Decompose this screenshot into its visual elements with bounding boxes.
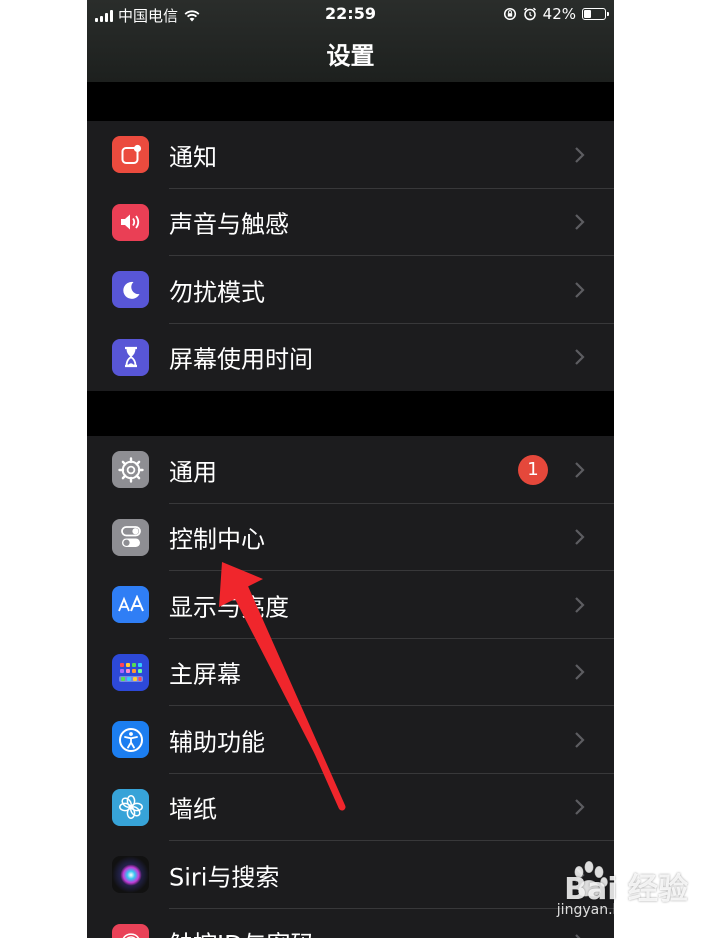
settings-row-label: 屏幕使用时间: [169, 345, 313, 374]
chevron-right-icon: [575, 799, 585, 816]
settings-row-do-not-disturb[interactable]: 勿扰模式: [87, 256, 614, 324]
display-aa-icon: [112, 586, 149, 624]
settings-row-control-center[interactable]: 控制中心: [87, 504, 614, 571]
battery-percent: 42%: [542, 5, 576, 23]
settings-row-label: 辅助功能: [169, 728, 265, 757]
chevron-right-icon: [575, 934, 581, 938]
settings-row-label: 通用: [169, 458, 217, 487]
rotation-lock-icon: [503, 7, 516, 21]
settings-row-label: 通知: [169, 143, 217, 172]
chevron-right-icon: [575, 349, 585, 366]
settings-row-label: 声音与触感: [169, 210, 289, 239]
settings-row-notifications[interactable]: 通知: [87, 121, 614, 189]
settings-group-1: 通知 声音与触感 勿扰模式 屏幕使用时间: [87, 121, 614, 391]
home-grid-icon: [112, 653, 149, 691]
settings-row-label: 显示与亮度: [169, 593, 289, 622]
settings-row-label: 触控ID与密码: [169, 925, 315, 938]
settings-row-sounds[interactable]: 声音与触感: [87, 189, 614, 256]
settings-row-general[interactable]: 通用 1: [87, 436, 614, 504]
baidu-watermark: Bai 经验 jingyan.baidu.com: [528, 852, 688, 932]
chevron-right-icon: [575, 146, 585, 163]
siri-icon: [112, 856, 149, 894]
alarm-icon: [523, 7, 536, 21]
settings-row-screen-time[interactable]: 屏幕使用时间: [87, 324, 614, 392]
accessibility-icon: [112, 721, 149, 759]
chevron-right-icon: [575, 529, 585, 546]
watermark-url: jingyan.baidu.com: [556, 902, 686, 918]
settings-row-label: 墙纸: [169, 795, 217, 824]
settings-row-label: 主屏幕: [169, 660, 241, 689]
chevron-right-icon: [575, 664, 585, 681]
chevron-right-icon: [575, 731, 585, 748]
page-title: 设置: [326, 42, 375, 70]
battery-icon: [582, 8, 609, 20]
notification-badge: 1: [518, 454, 548, 485]
status-bar: 中国电信 22:59 42%: [87, 0, 614, 28]
settings-row-label: 勿扰模式: [169, 278, 265, 307]
chevron-right-icon: [575, 461, 585, 478]
toggle-icon: [112, 518, 149, 556]
settings-row-accessibility[interactable]: 辅助功能: [87, 706, 614, 774]
gear-icon: [112, 451, 149, 489]
chevron-right-icon: [575, 214, 585, 231]
phone-screen: 中国电信 22:59 42% 设置 通知 声音与触感 勿扰模式 屏幕使用时间 通…: [87, 0, 614, 938]
settings-row-home-screen[interactable]: 主屏幕: [87, 639, 614, 706]
notification-icon: [112, 136, 149, 174]
flower-icon: [112, 788, 149, 826]
settings-row-wallpaper[interactable]: 墙纸: [87, 774, 614, 841]
settings-row-label: 控制中心: [169, 525, 265, 554]
chevron-right-icon: [575, 596, 585, 613]
settings-row-display-brightness[interactable]: 显示与亮度: [87, 571, 614, 639]
speaker-icon: [112, 203, 149, 241]
moon-icon: [112, 271, 149, 309]
settings-row-label: Siri与搜索: [169, 863, 280, 892]
nav-header: 中国电信 22:59 42% 设置: [87, 0, 614, 82]
fingerprint-icon: [112, 923, 149, 938]
chevron-right-icon: [575, 281, 585, 298]
hourglass-icon: [112, 338, 149, 376]
